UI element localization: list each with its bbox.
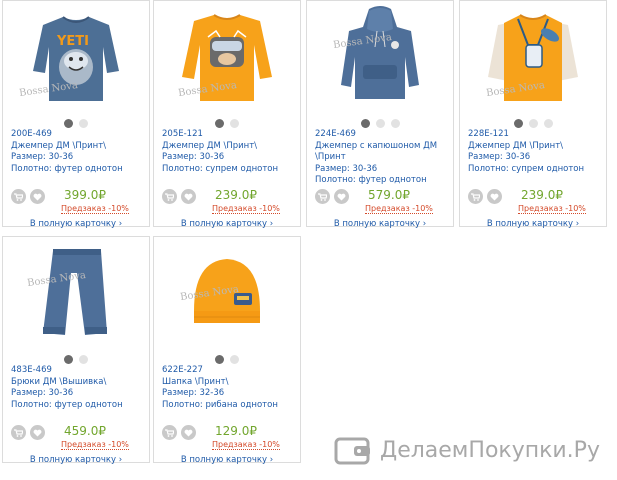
cart-icon[interactable] bbox=[162, 189, 177, 204]
product-card[interactable]: Bossa Nova 228E-121 Джемпер ДМ \Принт\ Р… bbox=[459, 0, 607, 229]
cart-icon[interactable] bbox=[11, 189, 26, 204]
product-size: Размер: 30-36 bbox=[315, 163, 378, 174]
watermark-text: ДелаемПокупки.Ру bbox=[380, 437, 600, 463]
heart-icon[interactable] bbox=[30, 425, 45, 440]
product-name[interactable]: Джемпер с капюшоном ДМ bbox=[315, 141, 451, 153]
heart-icon[interactable] bbox=[30, 189, 45, 204]
image-carousel-dots[interactable] bbox=[154, 119, 300, 129]
product-card[interactable]: Bossa Nova 483E-469 Брюки ДМ \Вышивка\ Р… bbox=[2, 236, 150, 465]
image-carousel-dots[interactable] bbox=[460, 119, 606, 129]
image-carousel-dots[interactable] bbox=[3, 355, 149, 365]
product-image[interactable]: Bossa Nova bbox=[154, 1, 300, 109]
full-card-link[interactable]: В полную карточку › bbox=[154, 455, 300, 465]
carousel-dot[interactable] bbox=[79, 119, 88, 128]
product-card[interactable]: Bossa Nova 205E-121 Джемпер ДМ \Принт\ Р… bbox=[153, 0, 301, 229]
product-price: 239.0₽ bbox=[215, 188, 257, 202]
wallet-icon bbox=[334, 437, 370, 465]
product-sku[interactable]: 205E-121 bbox=[162, 129, 298, 141]
product-fabric: Полотно: футер однотон bbox=[11, 163, 123, 174]
cart-icon[interactable] bbox=[11, 425, 26, 440]
preorder-discount[interactable]: Предзаказ -10% bbox=[212, 204, 280, 214]
carousel-dot[interactable] bbox=[513, 119, 523, 128]
product-price: 579.0₽ bbox=[368, 188, 410, 202]
product-name[interactable]: Шапка \Принт\ bbox=[162, 377, 298, 389]
full-card-link[interactable]: В полную карточку › bbox=[3, 455, 149, 465]
heart-icon[interactable] bbox=[334, 189, 349, 204]
product-size: Размер: 30-36 bbox=[11, 388, 74, 398]
product-image[interactable]: YETI Bossa Nova bbox=[3, 1, 149, 109]
carousel-dot[interactable] bbox=[215, 119, 224, 128]
image-carousel-dots[interactable] bbox=[307, 119, 453, 129]
product-card[interactable]: Bossa Nova 224E-469 Джемпер с капюшоном … bbox=[306, 0, 454, 229]
image-carousel-dots[interactable] bbox=[3, 119, 149, 129]
cart-icon[interactable] bbox=[468, 189, 483, 204]
product-image[interactable]: Bossa Nova bbox=[3, 237, 149, 345]
product-name[interactable]: Джемпер ДМ \Принт\ bbox=[11, 141, 147, 153]
product-name[interactable]: Джемпер ДМ \Принт\ bbox=[468, 141, 604, 153]
preorder-discount[interactable]: Предзаказ -10% bbox=[61, 440, 129, 450]
product-size: Размер: 30-36 bbox=[162, 152, 225, 162]
product-price: 129.0₽ bbox=[215, 424, 257, 438]
product-price: 399.0₽ bbox=[64, 188, 106, 202]
product-image[interactable]: Bossa Nova bbox=[460, 1, 606, 109]
preorder-discount[interactable]: Предзаказ -10% bbox=[212, 440, 280, 450]
carousel-dot[interactable] bbox=[64, 119, 73, 128]
product-image[interactable]: Bossa Nova bbox=[307, 1, 453, 109]
product-size: Размер: 30-36 bbox=[468, 152, 531, 162]
carousel-dot[interactable] bbox=[390, 119, 400, 128]
preorder-discount[interactable]: Предзаказ -10% bbox=[365, 204, 433, 214]
cart-icon[interactable] bbox=[162, 425, 177, 440]
carousel-dot[interactable] bbox=[230, 355, 239, 364]
product-sku[interactable]: 200E-469 bbox=[11, 129, 147, 141]
carousel-dot[interactable] bbox=[360, 119, 370, 128]
product-card[interactable]: YETI Bossa Nova 200E-469 Джемпер ДМ \При… bbox=[2, 0, 150, 229]
product-size: Размер: 30-36 bbox=[11, 152, 74, 162]
product-size: Размер: 32-36 bbox=[162, 388, 225, 398]
product-sku[interactable]: 228E-121 bbox=[468, 129, 604, 141]
cart-icon[interactable] bbox=[315, 189, 330, 204]
product-fabric: Полотно: рибана однотон bbox=[162, 399, 278, 410]
carousel-dot[interactable] bbox=[375, 119, 385, 128]
product-sku[interactable]: 224E-469 bbox=[315, 129, 451, 141]
carousel-dot[interactable] bbox=[528, 119, 538, 128]
product-fabric: Полотно: футер однотон bbox=[11, 399, 123, 410]
heart-icon[interactable] bbox=[181, 189, 196, 204]
product-sku[interactable]: 622E-227 bbox=[162, 365, 298, 377]
full-card-link[interactable]: В полную карточку › bbox=[3, 219, 149, 229]
product-price: 239.0₽ bbox=[521, 188, 563, 202]
product-image[interactable]: Bossa Nova bbox=[154, 237, 300, 345]
product-name-continued[interactable]: \Принт bbox=[315, 152, 451, 164]
preorder-discount[interactable]: Предзаказ -10% bbox=[518, 204, 586, 214]
product-fabric: Полотно: супрем однотон bbox=[468, 163, 585, 174]
heart-icon[interactable] bbox=[181, 425, 196, 440]
heart-icon[interactable] bbox=[487, 189, 502, 204]
svg-text:YETI: YETI bbox=[56, 34, 89, 49]
carousel-dot[interactable] bbox=[230, 119, 239, 128]
site-watermark: ДелаемПокупки.Ру bbox=[334, 430, 600, 470]
image-carousel-dots[interactable] bbox=[154, 355, 300, 365]
product-price: 459.0₽ bbox=[64, 424, 106, 438]
full-card-link[interactable]: В полную карточку › bbox=[154, 219, 300, 229]
carousel-dot[interactable] bbox=[64, 355, 73, 364]
product-sku[interactable]: 483E-469 bbox=[11, 365, 147, 377]
full-card-link[interactable]: В полную карточку › bbox=[460, 219, 606, 229]
carousel-dot[interactable] bbox=[543, 119, 553, 128]
carousel-dot[interactable] bbox=[215, 355, 224, 364]
product-fabric: Полотно: супрем однотон bbox=[162, 163, 279, 174]
product-name[interactable]: Брюки ДМ \Вышивка\ bbox=[11, 377, 147, 389]
product-fabric: Полотно: футер однотон bbox=[315, 175, 427, 185]
carousel-dot[interactable] bbox=[79, 355, 88, 364]
preorder-discount[interactable]: Предзаказ -10% bbox=[61, 204, 129, 214]
product-name[interactable]: Джемпер ДМ \Принт\ bbox=[162, 141, 298, 153]
full-card-link[interactable]: В полную карточку › bbox=[307, 219, 453, 229]
product-card[interactable]: Bossa Nova 622E-227 Шапка \Принт\ Размер… bbox=[153, 236, 301, 465]
